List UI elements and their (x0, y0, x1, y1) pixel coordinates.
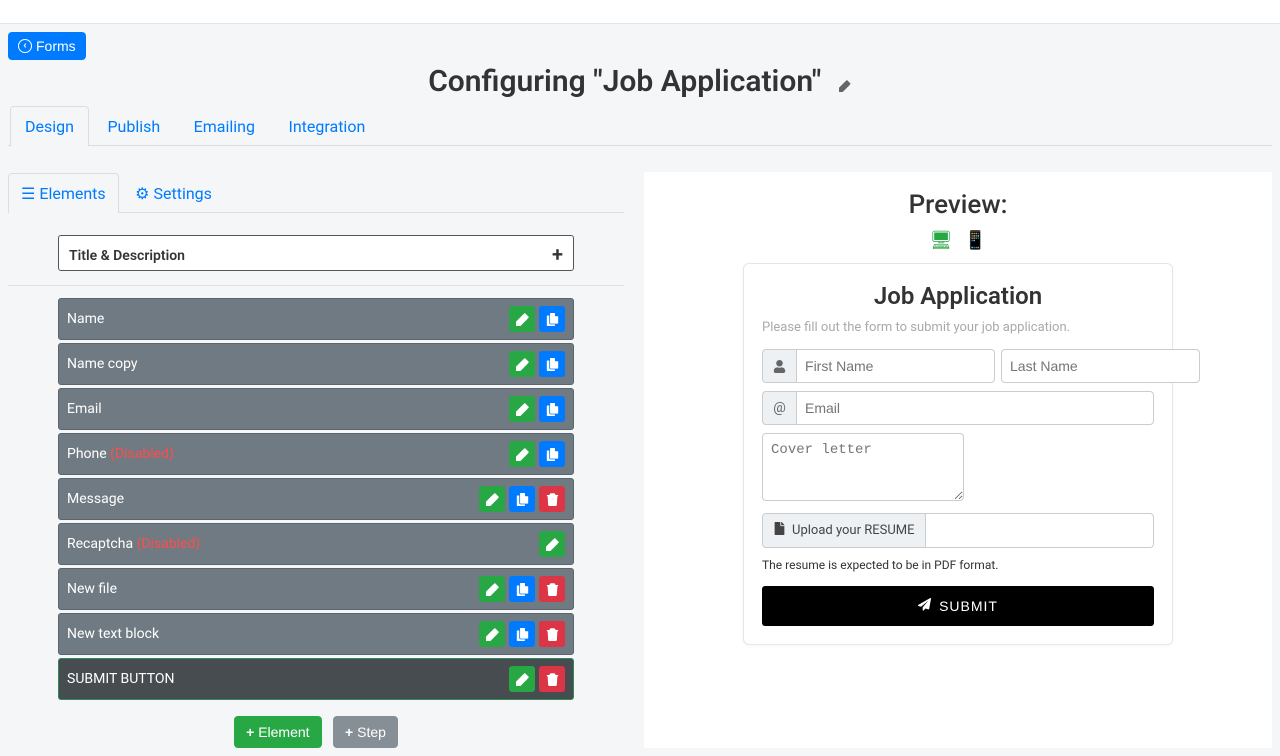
element-label: Message (67, 491, 479, 507)
edit-element-button[interactable] (509, 396, 535, 422)
add-step-button[interactable]: + Step (333, 716, 398, 748)
edit-element-button[interactable] (479, 486, 505, 512)
edit-title-icon[interactable] (839, 78, 852, 97)
tab-publish[interactable]: Publish (92, 106, 175, 146)
tab-emailing[interactable]: Emailing (179, 106, 270, 146)
title-description-toggle[interactable]: Title & Description + (58, 235, 574, 271)
last-name-input[interactable] (1001, 349, 1200, 383)
copy-element-button[interactable] (539, 396, 565, 422)
edit-element-button[interactable] (539, 531, 565, 557)
gear-icon: ⚙ (135, 184, 149, 203)
element-label: Phone (Disabled) (67, 446, 509, 462)
element-row[interactable]: New file (58, 568, 574, 610)
element-label: Name (67, 311, 509, 327)
resume-note: The resume is expected to be in PDF form… (762, 558, 1154, 572)
file-icon (773, 522, 786, 539)
back-to-forms-button[interactable]: ‹ Forms (8, 32, 86, 60)
cover-letter-textarea[interactable] (762, 433, 964, 501)
disabled-badge: (Disabled) (110, 446, 174, 462)
tab-integration[interactable]: Integration (273, 106, 380, 146)
upload-filename-field (926, 513, 1155, 548)
arrow-left-circle-icon: ‹ (18, 39, 32, 53)
element-row[interactable]: New text block (58, 613, 574, 655)
subtab-settings[interactable]: ⚙Settings (122, 173, 225, 213)
copy-element-button[interactable] (509, 621, 535, 647)
edit-element-button[interactable] (509, 666, 535, 692)
element-row[interactable]: Phone (Disabled) (58, 433, 574, 475)
delete-element-button[interactable] (539, 576, 565, 602)
edit-element-button[interactable] (479, 576, 505, 602)
element-row[interactable]: Name (58, 298, 574, 340)
desktop-preview-icon[interactable]: 🖥 (930, 230, 953, 251)
element-label: Email (67, 401, 509, 417)
edit-element-button[interactable] (509, 306, 535, 332)
add-element-button[interactable]: + Element (234, 716, 321, 748)
plus-icon: + (552, 242, 563, 266)
element-label: Name copy (67, 356, 509, 372)
edit-element-button[interactable] (509, 351, 535, 377)
mobile-preview-icon[interactable]: 📱 (964, 230, 986, 251)
title-description-label: Title & Description (69, 248, 185, 264)
copy-element-button[interactable] (509, 576, 535, 602)
tab-design[interactable]: Design (10, 106, 89, 146)
preview-heading: Preview: (656, 190, 1260, 220)
person-icon (762, 349, 796, 383)
element-row[interactable]: Email (58, 388, 574, 430)
main-tabs: Design Publish Emailing Integration (8, 105, 1272, 146)
upload-resume-button[interactable]: Upload your RESUME (762, 513, 925, 548)
first-name-input[interactable] (796, 349, 995, 383)
submit-button[interactable]: SUBMIT (762, 586, 1154, 626)
copy-element-button[interactable] (539, 351, 565, 377)
element-label: New file (67, 581, 479, 597)
delete-element-button[interactable] (539, 621, 565, 647)
subtab-elements[interactable]: ☰Elements (8, 173, 119, 213)
copy-element-button[interactable] (539, 441, 565, 467)
sub-tabs: ☰Elements ⚙Settings (8, 172, 624, 213)
element-row[interactable]: Name copy (58, 343, 574, 385)
copy-element-button[interactable] (539, 306, 565, 332)
disabled-badge: (Disabled) (137, 536, 201, 552)
form-preview: Job Application Please fill out the form… (743, 263, 1173, 645)
form-description: Please fill out the form to submit your … (762, 320, 1154, 335)
delete-element-button[interactable] (539, 666, 565, 692)
edit-element-button[interactable] (509, 441, 535, 467)
page-title: Configuring "Job Application" (428, 64, 821, 99)
delete-element-button[interactable] (539, 486, 565, 512)
forms-button-label: Forms (36, 38, 76, 54)
list-icon: ☰ (21, 184, 35, 203)
form-title: Job Application (762, 282, 1154, 310)
element-row[interactable]: Recaptcha (Disabled) (58, 523, 574, 565)
element-row[interactable]: SUBMIT BUTTON (58, 658, 574, 700)
edit-element-button[interactable] (479, 621, 505, 647)
element-label: Recaptcha (Disabled) (67, 536, 539, 552)
element-row[interactable]: Message (58, 478, 574, 520)
email-input[interactable] (796, 391, 1154, 425)
copy-element-button[interactable] (509, 486, 535, 512)
element-label: New text block (67, 626, 479, 642)
at-icon: @ (762, 391, 796, 425)
element-label: SUBMIT BUTTON (67, 671, 509, 687)
send-icon (918, 598, 931, 614)
